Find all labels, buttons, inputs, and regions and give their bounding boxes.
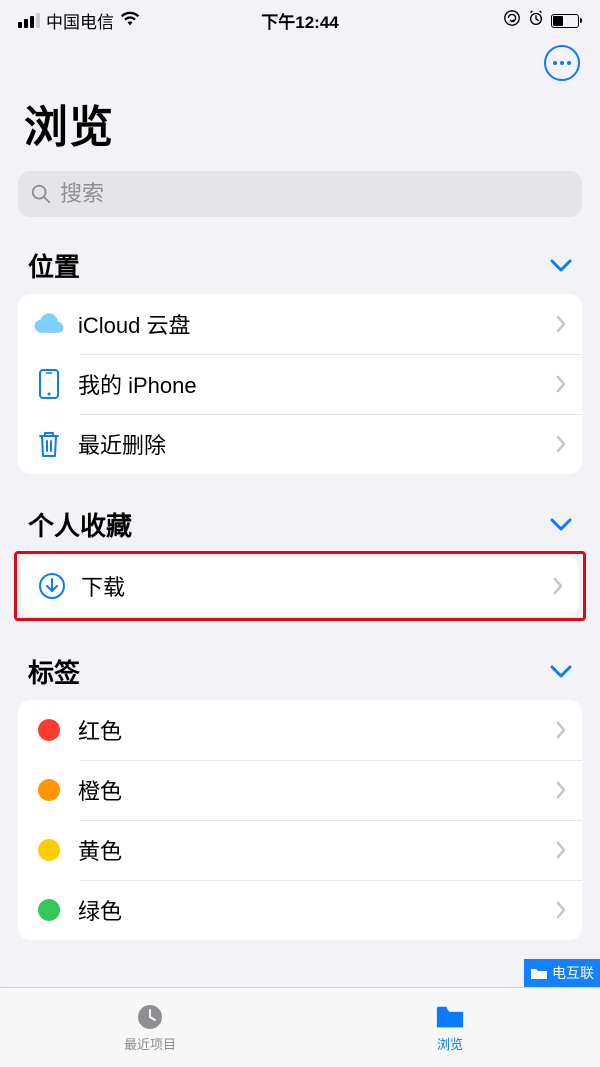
battery-icon xyxy=(551,14,582,28)
favorites-row-downloads[interactable]: 下载 xyxy=(21,556,579,616)
trash-icon xyxy=(34,429,64,459)
search-box[interactable] xyxy=(18,171,582,217)
tab-bar: 最近项目 浏览 xyxy=(0,987,600,1067)
tag-dot-icon xyxy=(34,895,64,925)
section-header-locations[interactable]: 位置 xyxy=(0,235,600,294)
wifi-icon xyxy=(120,10,140,31)
chevron-right-icon xyxy=(556,435,566,453)
download-icon xyxy=(37,571,67,601)
watermark: 电互联 xyxy=(524,959,600,987)
tab-recents[interactable]: 最近项目 xyxy=(0,988,300,1067)
row-label: 绿色 xyxy=(78,894,556,926)
location-row-icloud[interactable]: iCloud 云盘 xyxy=(18,294,582,354)
chevron-right-icon xyxy=(556,721,566,739)
status-bar: 中国电信 下午12:44 xyxy=(0,0,600,37)
tag-dot-icon xyxy=(34,835,64,865)
chevron-down-icon xyxy=(550,518,572,532)
clock-icon xyxy=(135,1002,165,1032)
chevron-down-icon xyxy=(550,259,572,273)
location-row-trash[interactable]: 最近删除 xyxy=(18,414,582,474)
tag-row-red[interactable]: 红色 xyxy=(18,700,582,760)
more-button[interactable] xyxy=(544,45,580,81)
tab-label: 浏览 xyxy=(437,1034,463,1053)
tag-row-orange[interactable]: 橙色 xyxy=(18,760,582,820)
chevron-right-icon xyxy=(556,841,566,859)
row-label: 橙色 xyxy=(78,774,556,806)
row-label: 我的 iPhone xyxy=(78,368,556,400)
row-label: iCloud 云盘 xyxy=(78,308,556,340)
locations-card: iCloud 云盘 我的 iPhone 最近删除 xyxy=(18,294,582,474)
carrier-label: 中国电信 xyxy=(46,8,114,33)
tag-dot-icon xyxy=(34,775,64,805)
status-right xyxy=(503,9,582,32)
row-label: 红色 xyxy=(78,714,556,746)
iphone-icon xyxy=(34,369,64,399)
signal-icon xyxy=(18,13,40,28)
chevron-right-icon xyxy=(556,901,566,919)
page-title: 浏览 xyxy=(0,81,600,165)
rotation-lock-icon xyxy=(503,9,521,32)
section-header-favorites[interactable]: 个人收藏 xyxy=(0,494,600,553)
chevron-down-icon xyxy=(550,665,572,679)
tags-card: 红色 橙色 黄色 绿色 xyxy=(18,700,582,940)
alarm-icon xyxy=(527,9,545,32)
tag-row-green[interactable]: 绿色 xyxy=(18,880,582,940)
location-row-iphone[interactable]: 我的 iPhone xyxy=(18,354,582,414)
row-label: 下载 xyxy=(81,570,553,602)
search-icon xyxy=(30,183,52,205)
section-header-tags[interactable]: 标签 xyxy=(0,641,600,700)
chevron-right-icon xyxy=(556,375,566,393)
row-label: 最近删除 xyxy=(78,428,556,460)
tab-browse[interactable]: 浏览 xyxy=(300,988,600,1067)
section-title: 个人收藏 xyxy=(28,506,132,543)
section-title: 标签 xyxy=(28,653,80,690)
chevron-right-icon xyxy=(556,781,566,799)
tag-row-yellow[interactable]: 黄色 xyxy=(18,820,582,880)
row-label: 黄色 xyxy=(78,834,556,866)
status-left: 中国电信 xyxy=(18,8,140,33)
watermark-text: 电互联 xyxy=(552,963,594,983)
time-label: 下午12:44 xyxy=(261,8,338,33)
folder-icon xyxy=(435,1002,465,1032)
chevron-right-icon xyxy=(553,577,563,595)
chevron-right-icon xyxy=(556,315,566,333)
section-title: 位置 xyxy=(28,247,80,284)
tag-dot-icon xyxy=(34,715,64,745)
search-input[interactable] xyxy=(60,181,570,207)
favorites-highlight: 下载 xyxy=(14,551,586,621)
icloud-icon xyxy=(34,309,64,339)
tab-label: 最近项目 xyxy=(124,1034,176,1053)
